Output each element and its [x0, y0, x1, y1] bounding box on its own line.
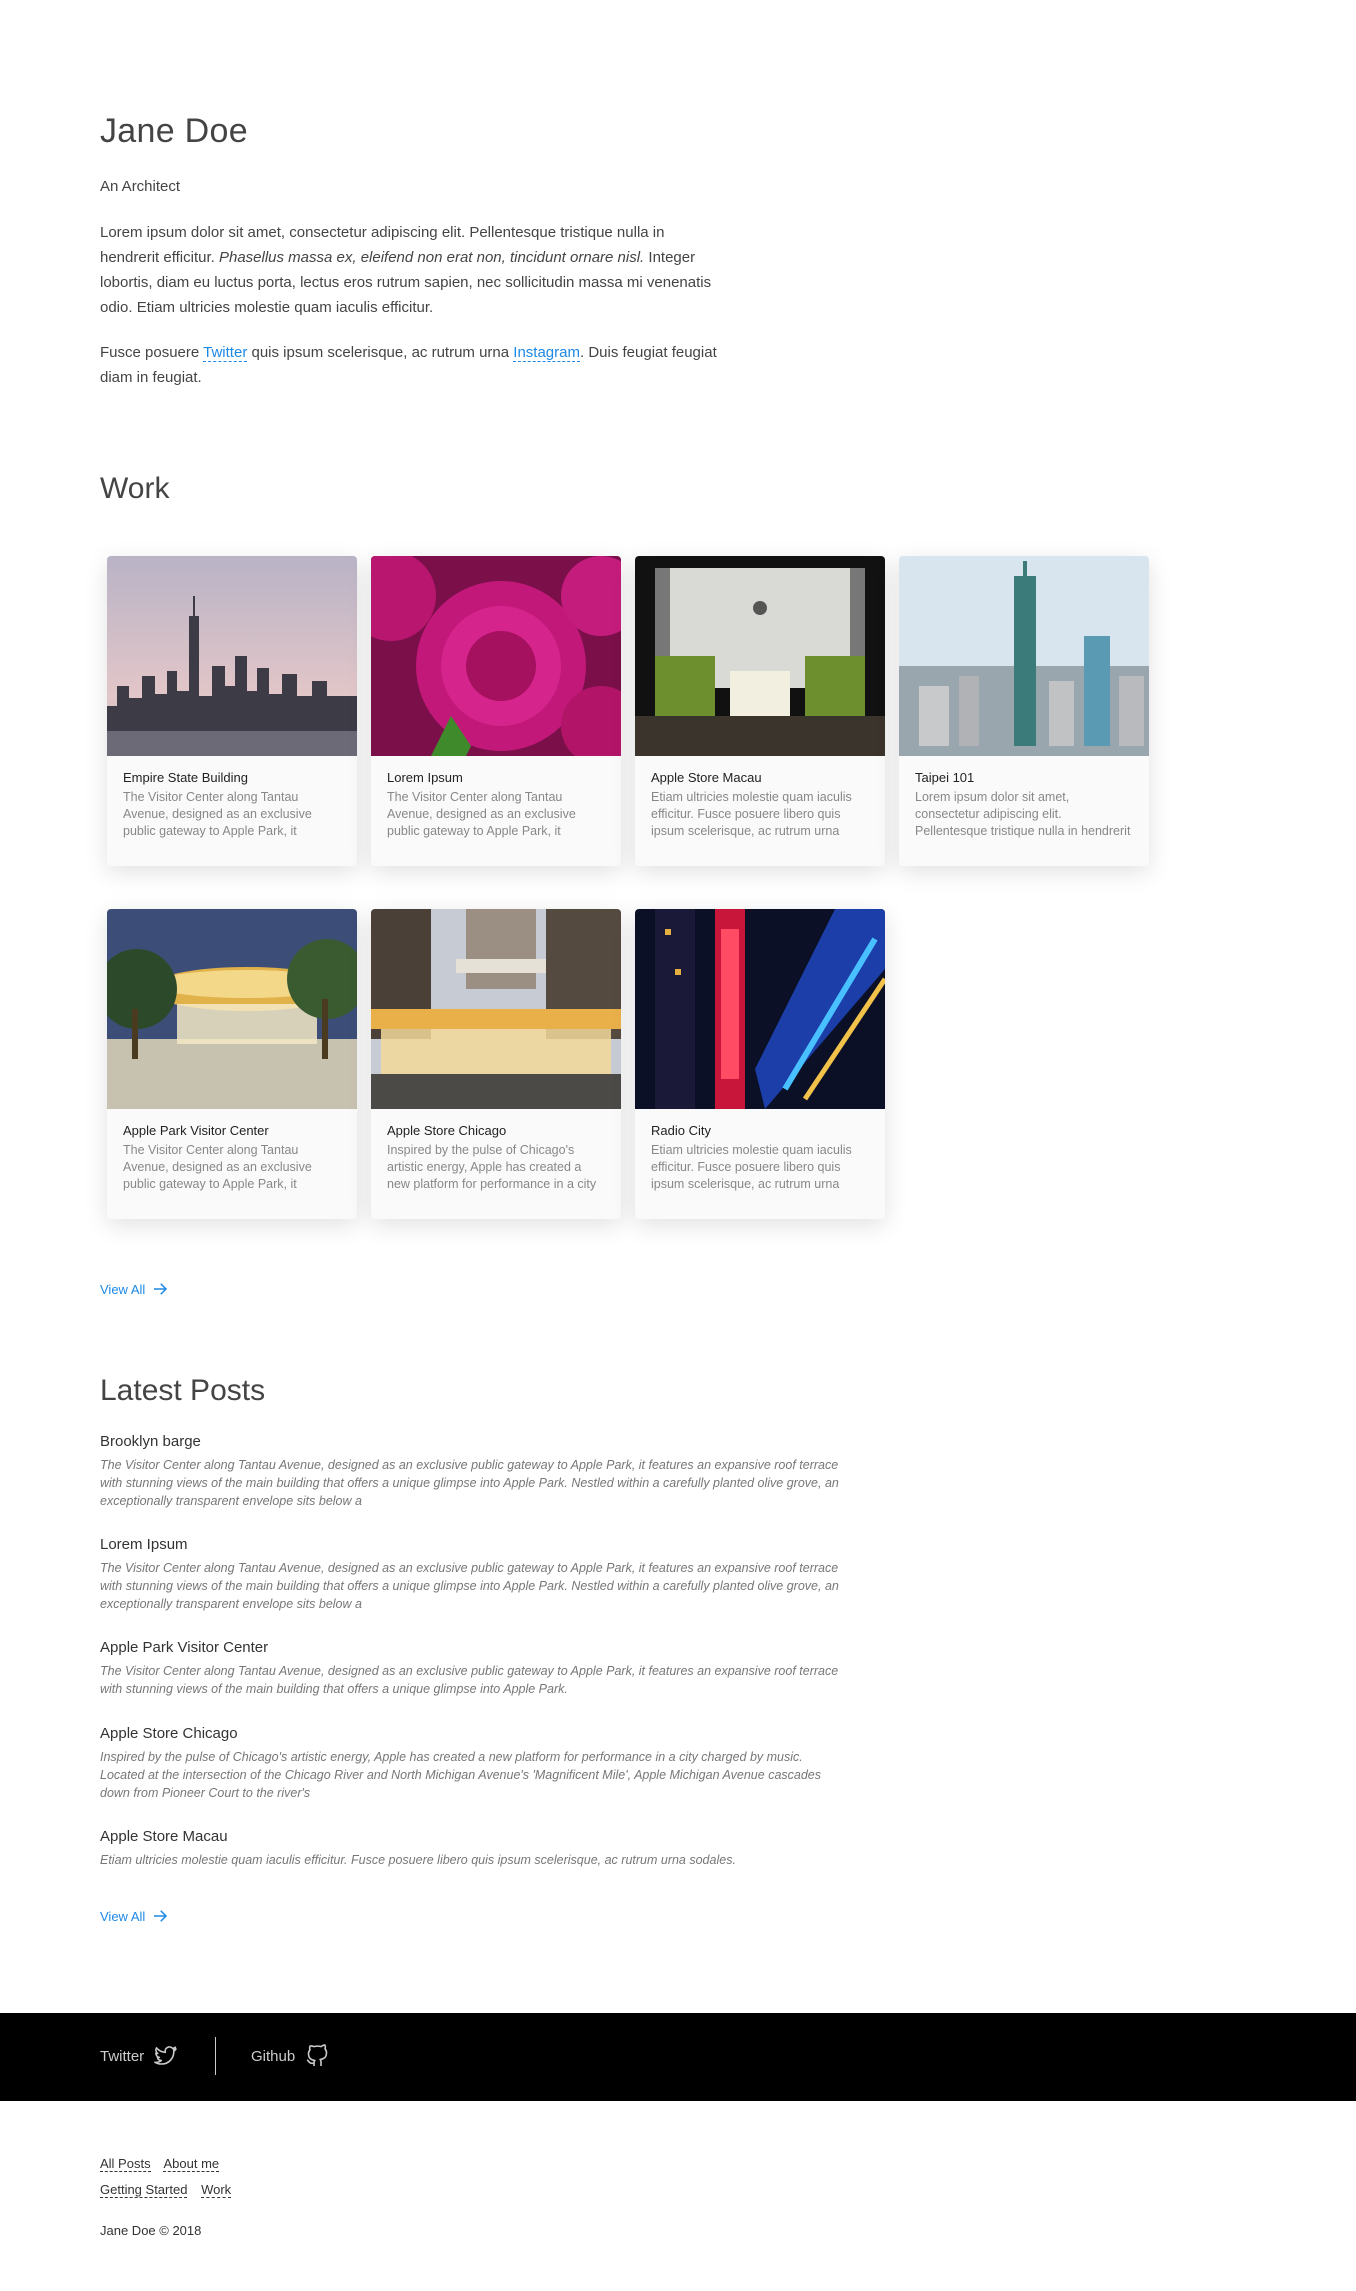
author-tagline: An Architect	[100, 178, 181, 195]
card-description: Lorem ipsum dolor sit amet, consectetur …	[915, 790, 1131, 838]
post-title[interactable]: Lorem Ipsum	[100, 1536, 840, 1553]
github-label: Github	[251, 2047, 296, 2065]
card-image	[635, 909, 885, 1109]
card-body: Empire State Building The Visitor Center…	[107, 756, 357, 866]
github-icon	[306, 2044, 328, 2066]
card-image	[371, 909, 621, 1109]
view-all-label: View All	[100, 1281, 146, 1297]
post-excerpt: The Visitor Center along Tantau Avenue, …	[100, 1664, 839, 1696]
work-card[interactable]: Lorem Ipsum The Visitor Center along Tan…	[371, 556, 621, 866]
footer-github-link[interactable]: Github	[251, 2044, 329, 2068]
footer-divider	[215, 2037, 216, 2075]
card-title: Apple Store Macau	[651, 770, 762, 785]
instagram-link[interactable]: Instagram	[513, 344, 580, 362]
post-excerpt: The Visitor Center along Tantau Avenue, …	[100, 1561, 839, 1611]
card-body: Radio City Etiam ultricies molestie quam…	[635, 1109, 885, 1219]
post-item[interactable]: Lorem Ipsum The Visitor Center along Tan…	[100, 1536, 840, 1613]
work-card[interactable]: Empire State Building The Visitor Center…	[107, 556, 357, 866]
latest-posts-title: Latest Posts	[100, 1374, 266, 1407]
work-card[interactable]: Apple Park Visitor Center The Visitor Ce…	[107, 909, 357, 1219]
author-social-line: Fusce posuere Twitter quis ipsum sceleri…	[100, 340, 720, 390]
copyright: Jane Doe © 2018	[100, 2223, 202, 2238]
bio-italic-text: Phasellus massa ex, eleifend non erat no…	[218, 249, 645, 266]
footer-link-work[interactable]: Work	[201, 2182, 232, 2198]
card-description: Inspired by the pulse of Chicago's artis…	[387, 1143, 597, 1191]
card-body: Apple Store Chicago Inspired by the puls…	[371, 1109, 621, 1219]
footer-nav: All Posts About me Getting Started Work	[100, 2151, 241, 2203]
work-card[interactable]: Apple Store Chicago Inspired by the puls…	[371, 909, 621, 1219]
card-title: Lorem Ipsum	[387, 770, 463, 785]
card-title: Taipei 101	[915, 770, 975, 785]
card-description: The Visitor Center along Tantau Avenue, …	[123, 1143, 312, 1191]
social-text: Fusce posuere	[100, 344, 200, 361]
card-image	[107, 556, 357, 756]
card-title: Radio City	[651, 1123, 711, 1138]
footer-link-about-me[interactable]: About me	[163, 2156, 220, 2172]
card-image	[107, 909, 357, 1109]
post-item[interactable]: Apple Store Macau Etiam ultricies molest…	[100, 1828, 840, 1869]
card-body: Apple Store Macau Etiam ultricies molest…	[635, 756, 885, 866]
post-item[interactable]: Apple Park Visitor Center The Visitor Ce…	[100, 1639, 840, 1698]
card-body: Apple Park Visitor Center The Visitor Ce…	[107, 1109, 357, 1219]
work-card[interactable]: Apple Store Macau Etiam ultricies molest…	[635, 556, 885, 866]
post-item[interactable]: Apple Store Chicago Inspired by the puls…	[100, 1725, 840, 1802]
card-title: Apple Park Visitor Center	[123, 1123, 269, 1138]
view-all-label: View All	[100, 1908, 146, 1924]
posts-view-all-link[interactable]: View All	[100, 1907, 169, 1925]
twitter-icon	[154, 2046, 177, 2065]
card-image	[371, 556, 621, 756]
card-image	[635, 556, 885, 756]
footer-link-all-posts[interactable]: All Posts	[100, 2156, 151, 2172]
post-title[interactable]: Apple Store Macau	[100, 1828, 840, 1845]
post-title[interactable]: Brooklyn barge	[100, 1433, 840, 1450]
footer-twitter-link[interactable]: Twitter	[100, 2044, 178, 2068]
work-view-all-link[interactable]: View All	[100, 1280, 169, 1298]
social-footer-bar: Twitter Github	[0, 2013, 1356, 2101]
card-body: Lorem Ipsum The Visitor Center along Tan…	[371, 756, 621, 866]
footer-link-getting-started[interactable]: Getting Started	[100, 2182, 188, 2198]
arrow-right-icon	[154, 1283, 168, 1295]
post-excerpt: Etiam ultricies molestie quam iaculis ef…	[100, 1853, 736, 1867]
card-title: Apple Store Chicago	[387, 1123, 507, 1138]
twitter-label: Twitter	[100, 2047, 145, 2065]
work-section-title: Work	[100, 472, 170, 505]
post-title[interactable]: Apple Store Chicago	[100, 1725, 840, 1742]
twitter-link[interactable]: Twitter	[203, 344, 248, 362]
card-description: Etiam ultricies molestie quam iaculis ef…	[651, 1143, 852, 1191]
post-title[interactable]: Apple Park Visitor Center	[100, 1639, 840, 1656]
card-title: Empire State Building	[123, 770, 249, 785]
post-excerpt: Inspired by the pulse of Chicago's artis…	[100, 1750, 821, 1800]
card-image	[899, 556, 1149, 756]
work-card[interactable]: Taipei 101 Lorem ipsum dolor sit amet, c…	[899, 556, 1149, 866]
social-text-mid: quis ipsum scelerisque, ac rutrum urna	[251, 344, 510, 361]
author-name: Jane Doe	[100, 112, 248, 150]
author-bio: Lorem ipsum dolor sit amet, consectetur …	[100, 220, 720, 320]
post-item[interactable]: Brooklyn barge The Visitor Center along …	[100, 1433, 840, 1510]
arrow-right-icon	[154, 1910, 168, 1922]
work-card[interactable]: Radio City Etiam ultricies molestie quam…	[635, 909, 885, 1219]
card-description: The Visitor Center along Tantau Avenue, …	[123, 790, 312, 838]
card-description: Etiam ultricies molestie quam iaculis ef…	[651, 790, 852, 838]
post-excerpt: The Visitor Center along Tantau Avenue, …	[100, 1458, 839, 1508]
card-body: Taipei 101 Lorem ipsum dolor sit amet, c…	[899, 756, 1149, 866]
card-description: The Visitor Center along Tantau Avenue, …	[387, 790, 576, 838]
